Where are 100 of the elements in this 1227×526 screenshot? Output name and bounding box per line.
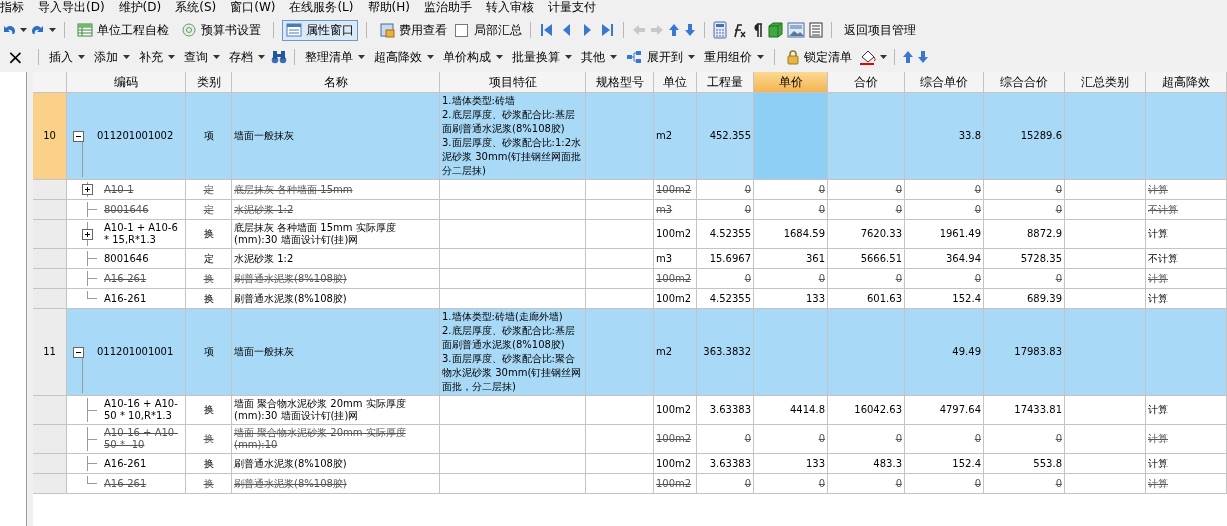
menu-button[interactable]: 查询 [180, 46, 223, 68]
collapse-icon[interactable] [72, 346, 84, 358]
caret-icon[interactable] [20, 28, 27, 32]
menu-button[interactable]: 重用组价 [700, 46, 767, 68]
code-text: A16-261 [104, 272, 148, 285]
caret-icon[interactable] [879, 55, 887, 59]
table-cell: 换 [186, 474, 232, 494]
feature-line: 3.面层厚度、砂浆配合比:聚合物水泥砂浆 30mm(钉挂钢丝网面批，分二层抹) [442, 352, 583, 394]
code-text: A16-261 [104, 457, 148, 470]
column-header[interactable]: 规格型号 [586, 72, 654, 93]
column-header[interactable]: 单价 [754, 72, 828, 93]
table-cell: 15.6967 [697, 249, 754, 269]
empty-cell [586, 220, 654, 249]
column-header[interactable]: 汇总类别 [1065, 72, 1146, 93]
list-icon[interactable] [809, 22, 823, 38]
table-cell: 0 [697, 474, 754, 494]
menu-button[interactable]: 插入 [45, 46, 88, 68]
column-header[interactable]: 综合单价 [905, 72, 984, 93]
down-arrow-icon[interactable] [916, 50, 929, 64]
row-header-cell[interactable] [33, 249, 67, 269]
menu-item[interactable]: 窗口(W) [230, 1, 276, 14]
caret-icon [687, 55, 695, 59]
row-header-cell[interactable] [33, 289, 67, 309]
menu-item[interactable]: 指标 [0, 1, 24, 14]
table-cell: 0 [754, 200, 828, 220]
binoculars-icon[interactable] [270, 50, 287, 64]
row-header-cell[interactable] [33, 220, 67, 249]
row-number[interactable]: 11 [33, 309, 67, 396]
checkbox-label[interactable]: 局部汇总 [474, 21, 522, 39]
column-header[interactable]: 合价 [828, 72, 905, 93]
toolbar-button[interactable]: 费用查看 [375, 19, 451, 41]
table-cell: 计算 [1146, 180, 1227, 200]
function-icon[interactable] [731, 22, 747, 38]
caret-icon [77, 55, 85, 59]
menu-item[interactable]: 帮助(H) [367, 1, 410, 14]
paint-bucket-icon[interactable] [858, 49, 877, 65]
table-cell: 1684.59 [754, 220, 828, 249]
column-header[interactable]: 类别 [186, 72, 232, 93]
table-cell: 0 [905, 425, 984, 454]
row-header-cell[interactable] [33, 396, 67, 425]
caret-icon [257, 55, 265, 59]
first-icon[interactable] [539, 22, 555, 38]
column-header[interactable]: 综合合价 [984, 72, 1065, 93]
table-cell: 0 [697, 200, 754, 220]
menu-button[interactable]: 其他 [577, 46, 620, 68]
menu-item[interactable]: 导入导出(D) [38, 1, 105, 14]
down-arrow-icon[interactable] [684, 23, 696, 37]
menu-button[interactable]: 超高降效 [370, 46, 437, 68]
menu-item[interactable]: 转入审核 [485, 1, 534, 14]
cube-icon[interactable] [767, 22, 783, 38]
table-cell: 定 [186, 180, 232, 200]
toolbar-button[interactable]: 属性窗口 [282, 19, 358, 41]
table-cell: 项 [186, 93, 232, 180]
code-text: 011201001001 [97, 346, 175, 358]
last-icon[interactable] [599, 22, 615, 38]
table-row[interactable]: 10 011201001002 项 墙面一般抹灰 1.墙体类型:砖墙 2.底层厚度、砂浆配合比:基层面刷普通水泥浆(8%108胶) 3.面层厚度、砂浆配合比:1:2水泥砂浆 30mm(钉挂钢丝网面批分二层抹) m2 452.355 33.8 15289.6 [33, 93, 1227, 180]
menu-item[interactable]: 计量支付 [547, 1, 596, 14]
menu-button[interactable]: 补充 [135, 46, 178, 68]
table-cell: 墙面 聚合物水泥砂浆 20mm 实际厚度(mm):30 墙面设计钉(挂)网 [232, 396, 440, 425]
image-icon[interactable] [787, 22, 805, 38]
up-arrow-icon[interactable] [668, 23, 680, 37]
toolbar-button[interactable]: 预算书设置 [177, 19, 265, 41]
undo-icon[interactable] [2, 23, 16, 37]
menu-button[interactable]: 存档 [225, 46, 268, 68]
code-text: 8001646 [104, 252, 150, 265]
caret-icon[interactable] [49, 28, 56, 32]
menu-item[interactable]: 系统(S) [175, 1, 217, 14]
collapse-icon[interactable] [72, 130, 84, 142]
row-number[interactable]: 10 [33, 93, 67, 180]
current-cell[interactable] [754, 93, 828, 180]
checkbox[interactable] [455, 23, 468, 37]
close-button[interactable]: × [0, 47, 31, 67]
menu-button[interactable]: 整理清单 [301, 46, 368, 68]
menu-item[interactable]: 监治助手 [423, 1, 472, 14]
column-header[interactable]: 编码 [67, 72, 186, 93]
header-corner [33, 72, 67, 93]
table-cell: 17983.83 [984, 309, 1065, 396]
row-header-cell[interactable] [33, 454, 67, 474]
expand-icon[interactable] [82, 228, 93, 240]
column-header[interactable]: 工程量 [697, 72, 754, 93]
feature-line: 3.面层厚度、砂浆配合比:1:2水泥砂浆 30mm(钉挂钢丝网面批分二层抹) [442, 136, 583, 178]
menu-item[interactable]: 维护(D) [118, 1, 162, 14]
pilcrow-icon[interactable] [751, 22, 763, 38]
menu-button[interactable]: 展开到 [622, 46, 698, 68]
menu-button[interactable]: 添加 [90, 46, 133, 68]
menu-item[interactable]: 在线服务(L) [289, 1, 354, 14]
up-arrow-icon[interactable] [901, 50, 914, 64]
calculator-icon[interactable] [713, 21, 727, 39]
table-row[interactable]: 11 011201001001 项 墙面一般抹灰 1.墙体类型:砖墙(走廊外墙) 2.底层厚度、砂浆配合比:基层面刷普通水泥浆(8%108胶) 3.面层厚度、砂浆配合比:聚合物水泥砂浆 30mm(钉挂钢丝网面批，分二层抹) m2 363.3832 49.49 17983.83 [33, 309, 1227, 396]
toolbar-button[interactable]: 返回项目管理 [840, 19, 920, 41]
toolbar-button[interactable]: 单位工程自检 [73, 19, 173, 41]
column-header[interactable]: 项目特征 [440, 72, 586, 93]
column-header[interactable]: 超高降效 [1146, 72, 1227, 93]
redo-icon[interactable] [31, 23, 45, 37]
column-header[interactable]: 单位 [654, 72, 697, 93]
lock-icon [785, 49, 800, 65]
menu-button[interactable]: 批量换算 [508, 46, 575, 68]
column-header[interactable]: 名称 [232, 72, 440, 93]
toolbar-button[interactable]: 锁定清单 [781, 46, 856, 68]
menu-button[interactable]: 单价构成 [439, 46, 506, 68]
